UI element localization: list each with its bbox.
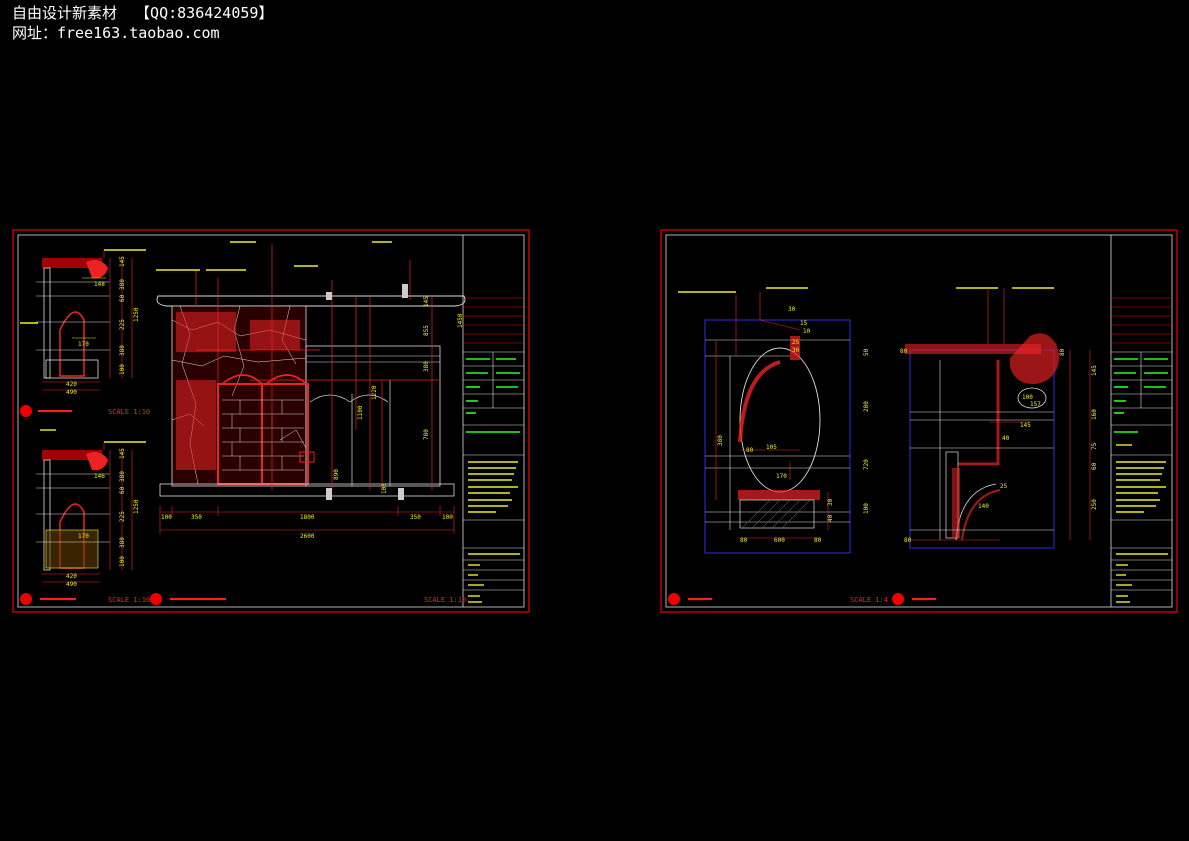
dim-text: 146 [94,473,105,480]
dim-text: 80 [904,537,912,544]
dim-text: 600 [774,537,785,544]
dim-text: 780 [423,429,430,440]
dim-text: 1220 [371,385,378,400]
dim-text: 250 [1091,499,1098,510]
scale-label: SCALE 1:10 [424,596,466,604]
dim-text: 225 [119,319,126,330]
sheet-left: 145 380 60 225 380 100 1250 148 170 420 … [12,229,530,613]
dim-text: 1450 [457,313,464,328]
dim-text: 280 [863,401,870,412]
dim-text: 350 [410,514,421,521]
dim-text: 490 [66,389,77,396]
detail-tag-marker [20,405,32,417]
dim-text: 380 [423,361,430,372]
dim-text: 100 [119,364,126,375]
dim-text: 80 [900,348,908,355]
detail-tag-marker [892,593,904,605]
dim-text: 490 [66,581,77,588]
dim-text: 25 [1000,483,1008,490]
dim-text: 40 [827,514,834,522]
dim-text: 15 [800,320,808,327]
dim-text: 890 [333,469,340,480]
dim-text: 145 [119,256,126,267]
dim-text: 170 [78,533,89,540]
dim-text: 170 [776,473,787,480]
cad-viewport: 自由设计新素材 【QQ:836424059】 网址：free163.taobao… [0,0,1189,841]
dim-text: 2600 [300,533,315,540]
sheet-left-title-block [462,235,524,607]
dim-text: 720 [863,459,870,470]
dim-text: 75 [1091,442,1098,450]
dim-text: 225 [119,511,126,522]
dim-text: 380 [119,537,126,548]
dim-text: 380 [119,471,126,482]
dim-text: 380 [119,279,126,290]
dim-text: 60 [1091,462,1098,470]
scale-label: SCALE 1:10 [108,408,150,416]
dim-text: 380 [717,435,724,446]
section-detail-b: 145 380 60 225 380 100 1250 146 170 420 … [36,429,146,588]
dim-text: 148 [94,281,105,288]
dim-text: 80 [1059,348,1066,356]
dim-text: 10 [803,328,811,335]
section-detail-d: 80 100 157 145 40 25 140 80 80 145 160 7… [900,287,1098,549]
dim-text: 350 [191,514,202,521]
dim-text: 1100 [357,405,364,420]
dim-text: 30 [788,306,796,313]
dim-text: 25 [792,339,800,346]
section-detail-a: 145 380 60 225 380 100 1250 148 170 420 … [20,249,146,396]
sheet-right: 30 15 10 25 30 105 80 170 380 80 600 80 … [660,229,1178,613]
dim-text: 855 [423,325,430,336]
dim-text: 80 [746,447,754,454]
dim-text: 157 [1030,401,1041,408]
dim-text: 60 [119,294,126,302]
dim-text: 100 [119,556,126,567]
dim-text: 100 [381,483,388,494]
fireplace-elevation: 100 350 1800 350 100 2600 145 855 380 78… [156,241,466,540]
dim-text: 50 [863,348,870,356]
dim-text: 420 [66,381,77,388]
dim-text: 105 [766,444,777,451]
drawing-canvas: 145 380 60 225 380 100 1250 148 170 420 … [12,229,1178,613]
dim-text: 80 [814,537,822,544]
sheet-right-title-block [1110,235,1172,607]
dim-text: 1800 [300,514,315,521]
dim-text: 1250 [133,499,140,514]
detail-tag-marker [668,593,680,605]
dim-text: 30 [827,498,834,506]
dim-text: 30 [792,347,800,354]
dim-text: 100 [442,514,453,521]
dim-text: 100 [161,514,172,521]
dim-text: 145 [1020,422,1031,429]
dim-text: 160 [1091,409,1098,420]
detail-tag-marker [150,593,162,605]
scale-label: SCALE 1:4 [850,596,888,604]
scale-label: SCALE 1:10 [108,596,150,604]
dim-text: 145 [119,448,126,459]
dim-text: 60 [119,486,126,494]
dim-text: 1250 [133,307,140,322]
sheet-right-outer-frame [660,229,1178,613]
dim-text: 80 [740,537,748,544]
dim-text: 145 [423,296,430,307]
dim-text: 140 [978,503,989,510]
dim-text: 420 [66,573,77,580]
dim-text: 170 [78,341,89,348]
dim-text: 100 [863,503,870,514]
detail-tag-marker [20,593,32,605]
section-detail-c: 30 15 10 25 30 105 80 170 380 80 600 80 … [678,287,870,554]
dim-text: 380 [119,345,126,356]
dim-text: 40 [1002,435,1010,442]
dim-text: 100 [1022,394,1033,401]
dim-text: 145 [1091,365,1098,376]
